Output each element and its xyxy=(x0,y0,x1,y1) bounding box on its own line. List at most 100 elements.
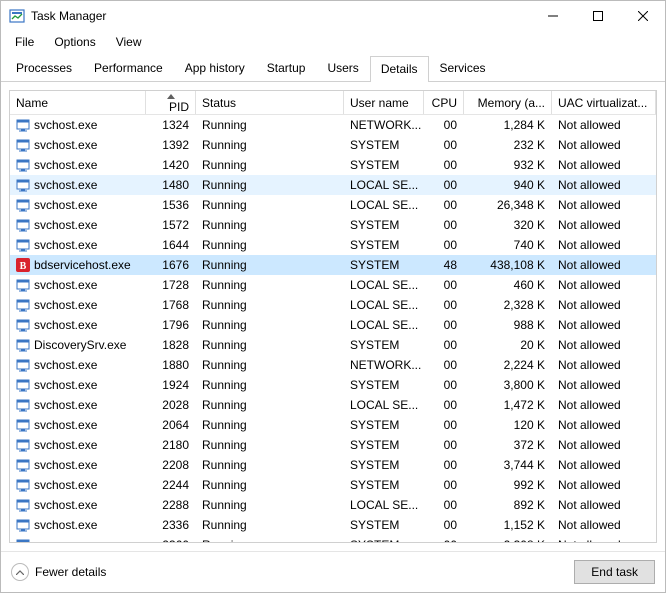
process-icon xyxy=(16,158,30,172)
cell-memory: 438,108 K xyxy=(464,255,552,275)
cell-uac: Not allowed xyxy=(552,475,656,495)
table-row[interactable]: svchost.exe2208RunningSYSTEM003,744 KNot… xyxy=(10,455,656,475)
cell-uac: Not allowed xyxy=(552,395,656,415)
col-header-memory[interactable]: Memory (a... xyxy=(464,91,552,114)
table-row[interactable]: svchost.exe1924RunningSYSTEM003,800 KNot… xyxy=(10,375,656,395)
cell-name: svchost.exe xyxy=(10,215,146,235)
cell-memory: 932 K xyxy=(464,155,552,175)
cell-name: svchost.exe xyxy=(10,515,146,535)
table-row[interactable]: svchost.exe2064RunningSYSTEM00120 KNot a… xyxy=(10,415,656,435)
menu-file[interactable]: File xyxy=(7,33,42,51)
table-row[interactable]: svchost.exe2288RunningLOCAL SE...00892 K… xyxy=(10,495,656,515)
menu-view[interactable]: View xyxy=(108,33,150,51)
tab-performance[interactable]: Performance xyxy=(83,55,174,81)
cell-uac: Not allowed xyxy=(552,375,656,395)
details-grid: Name PID Status User name CPU Memory (a.… xyxy=(9,90,657,543)
process-list[interactable]: svchost.exe1324RunningNETWORK...001,284 … xyxy=(10,115,656,542)
cell-pid: 2028 xyxy=(146,395,196,415)
end-task-button[interactable]: End task xyxy=(574,560,655,584)
tab-app-history[interactable]: App history xyxy=(174,55,256,81)
cell-status: Running xyxy=(196,235,344,255)
cell-name: Bbdservicehost.exe xyxy=(10,255,146,275)
col-header-status[interactable]: Status xyxy=(196,91,344,114)
cell-status: Running xyxy=(196,435,344,455)
table-row[interactable]: svchost.exe2028RunningLOCAL SE...001,472… xyxy=(10,395,656,415)
process-icon xyxy=(16,118,30,132)
cell-memory: 740 K xyxy=(464,235,552,255)
cell-uac: Not allowed xyxy=(552,275,656,295)
cell-uac: Not allowed xyxy=(552,195,656,215)
cell-cpu: 00 xyxy=(424,195,464,215)
process-icon xyxy=(16,318,30,332)
cell-status: Running xyxy=(196,355,344,375)
cell-status: Running xyxy=(196,415,344,435)
tab-users[interactable]: Users xyxy=(316,55,369,81)
col-header-pid[interactable]: PID xyxy=(146,91,196,114)
cell-name: svchost.exe xyxy=(10,355,146,375)
table-row[interactable]: svchost.exe1480RunningLOCAL SE...00940 K… xyxy=(10,175,656,195)
cell-memory: 120 K xyxy=(464,415,552,435)
maximize-button[interactable] xyxy=(575,1,620,31)
tab-services[interactable]: Services xyxy=(429,55,497,81)
cell-memory: 320 K xyxy=(464,215,552,235)
cell-uac: Not allowed xyxy=(552,155,656,175)
tab-startup[interactable]: Startup xyxy=(256,55,317,81)
table-row[interactable]: svchost.exe1536RunningLOCAL SE...0026,34… xyxy=(10,195,656,215)
table-row[interactable]: svchost.exe1572RunningSYSTEM00320 KNot a… xyxy=(10,215,656,235)
tab-details[interactable]: Details xyxy=(370,56,429,82)
table-row[interactable]: svchost.exe2180RunningSYSTEM00372 KNot a… xyxy=(10,435,656,455)
cell-pid: 1828 xyxy=(146,335,196,355)
table-row[interactable]: svchost.exe1644RunningSYSTEM00740 KNot a… xyxy=(10,235,656,255)
table-row[interactable]: svchost.exe1324RunningNETWORK...001,284 … xyxy=(10,115,656,135)
table-row[interactable]: svchost.exe1796RunningLOCAL SE...00988 K… xyxy=(10,315,656,335)
cell-pid: 1676 xyxy=(146,255,196,275)
col-header-user[interactable]: User name xyxy=(344,91,424,114)
fewer-details-toggle[interactable]: Fewer details xyxy=(11,563,106,581)
cell-pid: 2244 xyxy=(146,475,196,495)
cell-user: LOCAL SE... xyxy=(344,295,424,315)
table-row[interactable]: DiscoverySrv.exe1828RunningSYSTEM0020 KN… xyxy=(10,335,656,355)
cell-memory: 1,284 K xyxy=(464,115,552,135)
col-header-cpu[interactable]: CPU xyxy=(424,91,464,114)
process-icon xyxy=(16,238,30,252)
cell-status: Running xyxy=(196,195,344,215)
process-icon xyxy=(16,338,30,352)
fewer-details-label: Fewer details xyxy=(35,565,106,579)
cell-uac: Not allowed xyxy=(552,135,656,155)
cell-name: svchost.exe xyxy=(10,495,146,515)
cell-uac: Not allowed xyxy=(552,335,656,355)
table-row[interactable]: svchost.exe2336RunningSYSTEM001,152 KNot… xyxy=(10,515,656,535)
table-row[interactable]: vmms.exe2360RunningSYSTEM002,308 KNot al… xyxy=(10,535,656,542)
minimize-button[interactable] xyxy=(530,1,575,31)
table-row[interactable]: svchost.exe2244RunningSYSTEM00992 KNot a… xyxy=(10,475,656,495)
tab-processes[interactable]: Processes xyxy=(5,55,83,81)
menu-options[interactable]: Options xyxy=(46,33,103,51)
cell-uac: Not allowed xyxy=(552,355,656,375)
table-row[interactable]: svchost.exe1392RunningSYSTEM00232 KNot a… xyxy=(10,135,656,155)
cell-uac: Not allowed xyxy=(552,255,656,275)
col-header-name[interactable]: Name xyxy=(10,91,146,114)
cell-cpu: 00 xyxy=(424,295,464,315)
table-row[interactable]: svchost.exe1768RunningLOCAL SE...002,328… xyxy=(10,295,656,315)
cell-status: Running xyxy=(196,315,344,335)
table-row[interactable]: Bbdservicehost.exe1676RunningSYSTEM48438… xyxy=(10,255,656,275)
cell-status: Running xyxy=(196,375,344,395)
cell-user: NETWORK... xyxy=(344,115,424,135)
cell-status: Running xyxy=(196,395,344,415)
titlebar[interactable]: Task Manager xyxy=(1,1,665,31)
close-button[interactable] xyxy=(620,1,665,31)
cell-name: svchost.exe xyxy=(10,395,146,415)
process-icon xyxy=(16,398,30,412)
cell-user: SYSTEM xyxy=(344,475,424,495)
table-row[interactable]: svchost.exe1880RunningNETWORK...002,224 … xyxy=(10,355,656,375)
cell-user: SYSTEM xyxy=(344,515,424,535)
cell-user: SYSTEM xyxy=(344,435,424,455)
table-row[interactable]: svchost.exe1728RunningLOCAL SE...00460 K… xyxy=(10,275,656,295)
cell-uac: Not allowed xyxy=(552,515,656,535)
column-headers: Name PID Status User name CPU Memory (a.… xyxy=(10,91,656,115)
cell-cpu: 00 xyxy=(424,375,464,395)
cell-memory: 3,744 K xyxy=(464,455,552,475)
col-header-uac[interactable]: UAC virtualizat... xyxy=(552,91,656,114)
cell-user: SYSTEM xyxy=(344,155,424,175)
table-row[interactable]: svchost.exe1420RunningSYSTEM00932 KNot a… xyxy=(10,155,656,175)
